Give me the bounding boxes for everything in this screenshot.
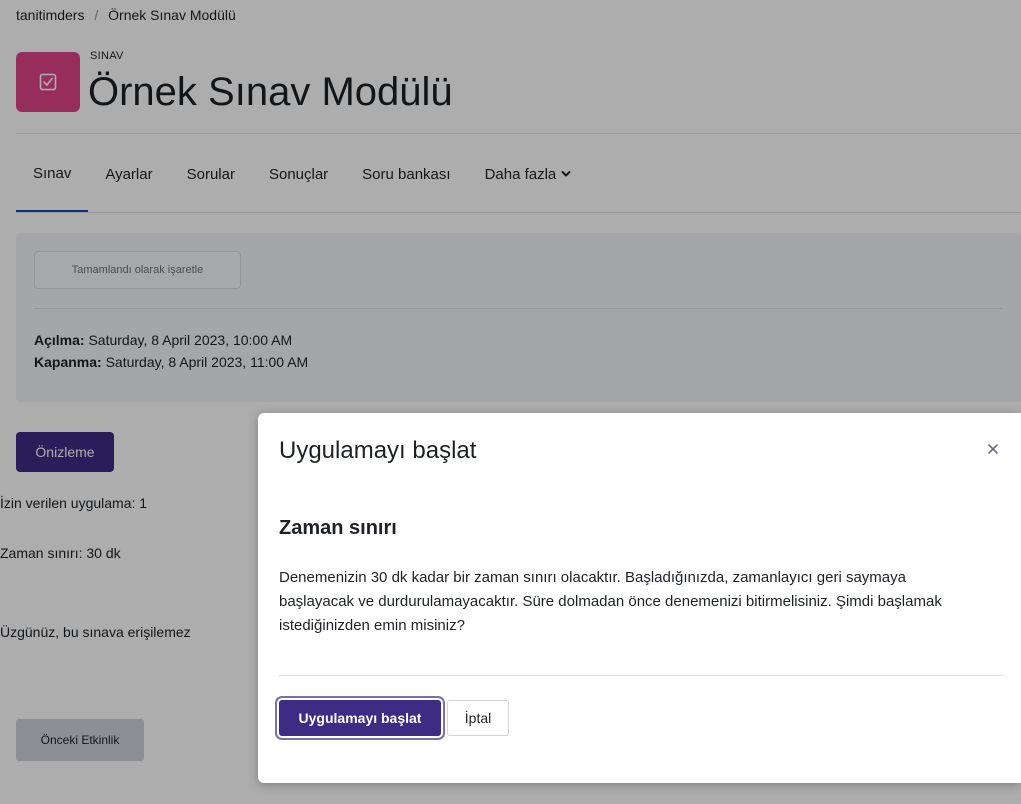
- time-limit-description: Denemenizin 30 dk kadar bir zaman sınırı…: [279, 569, 942, 634]
- dialog-divider: [279, 675, 1003, 676]
- cancel-button[interactable]: İptal: [447, 700, 509, 736]
- dialog-title: Uygulamayı başlat: [279, 437, 477, 464]
- start-attempt-dialog: Uygulamayı başlat Zaman sınırı Denemeniz…: [258, 413, 1021, 783]
- start-attempt-button[interactable]: Uygulamayı başlat: [279, 700, 441, 736]
- close-icon[interactable]: [983, 439, 1003, 459]
- time-limit-heading: Zaman sınırı: [279, 517, 397, 539]
